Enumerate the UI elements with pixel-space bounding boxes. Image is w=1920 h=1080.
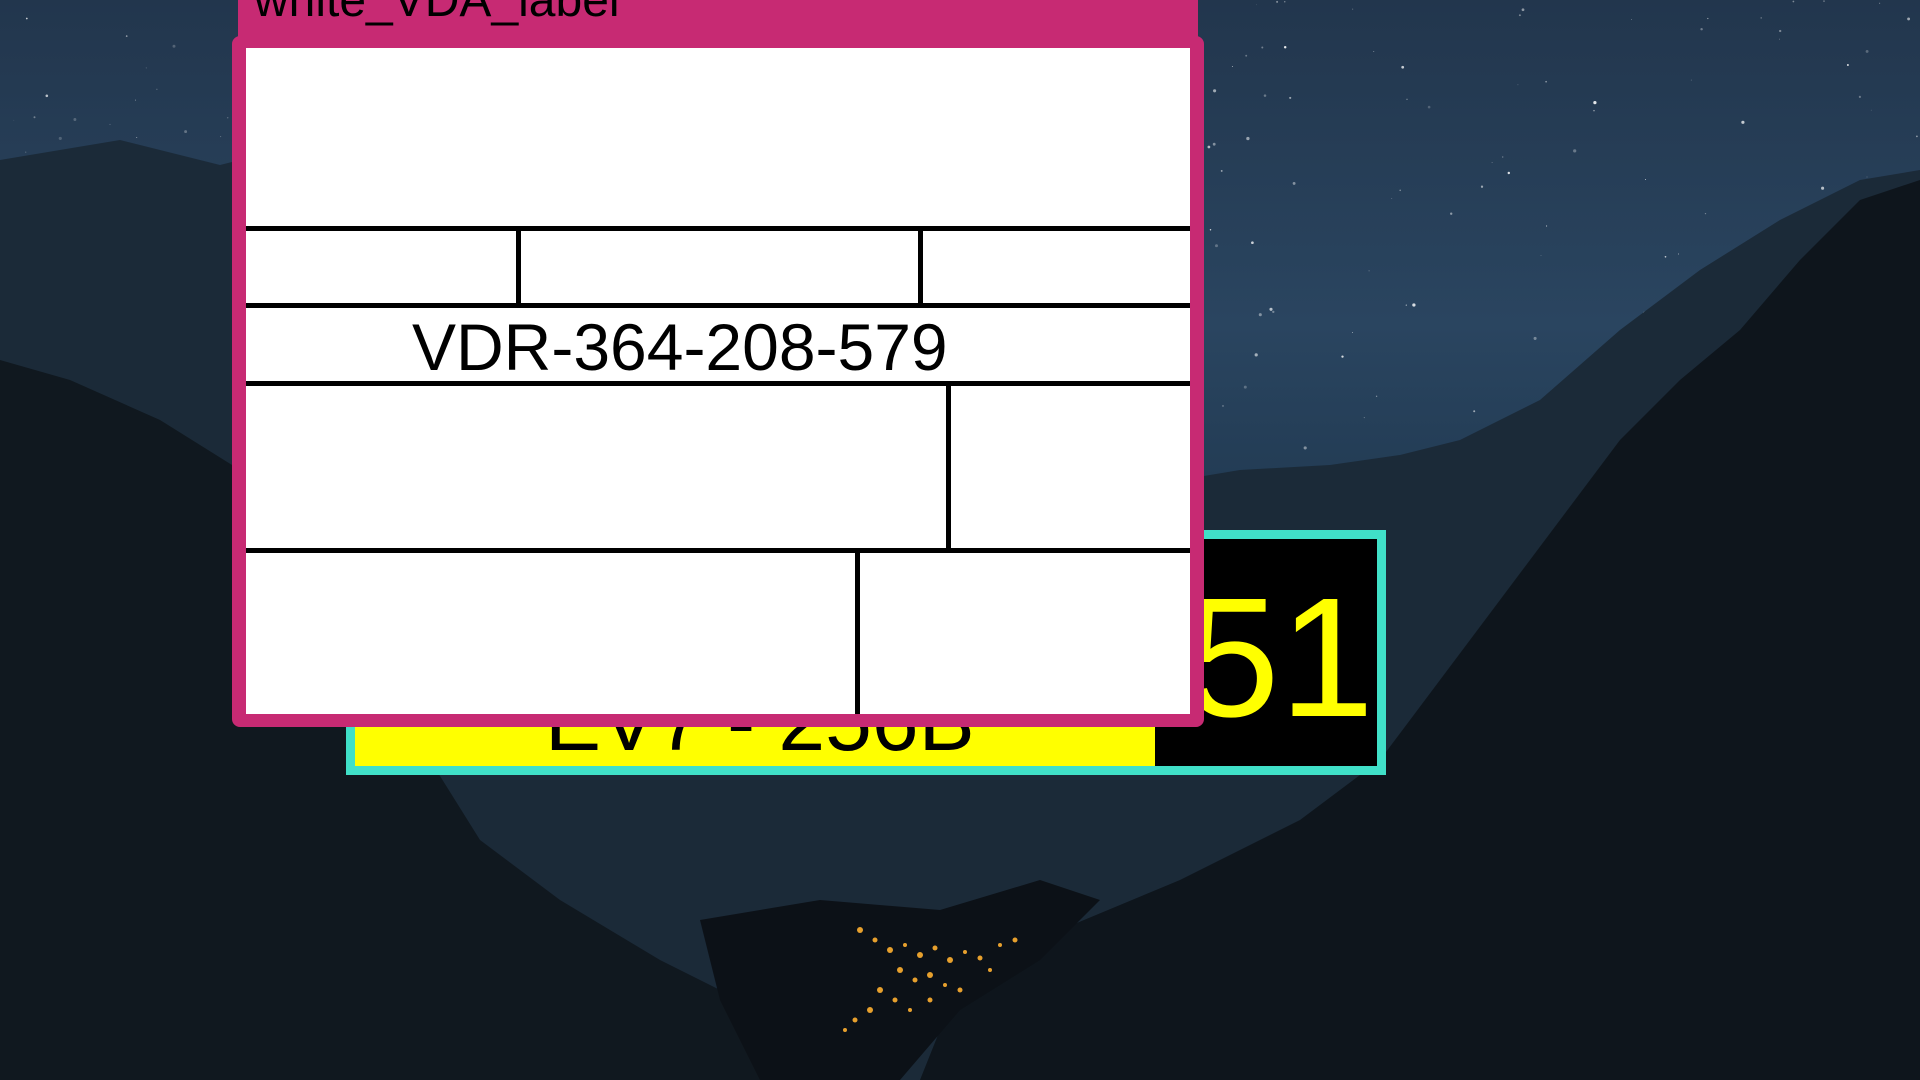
label-sheet: VDR-364-208-579: [246, 48, 1190, 714]
grid-line: [918, 226, 923, 308]
vda-label-window[interactable]: white_VDA_label VDR-364-208-579: [232, 0, 1204, 727]
grid-line: [246, 226, 1190, 231]
label-code: VDR-364-208-579: [412, 310, 948, 384]
grid-line: [246, 548, 1190, 553]
window-titlebar[interactable]: white_VDA_label: [238, 0, 1198, 46]
grid-line: [855, 548, 860, 714]
grid-line: [516, 226, 521, 308]
window-title: white_VDA_label: [254, 0, 620, 27]
grid-line: [946, 381, 951, 553]
plate-number: 51: [1185, 563, 1375, 753]
grid-line: [246, 303, 1190, 308]
